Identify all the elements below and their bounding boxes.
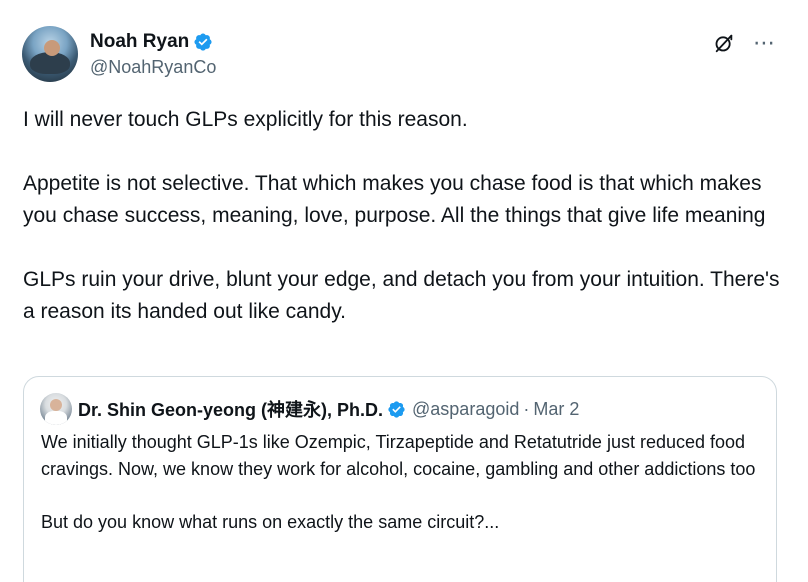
- quoted-tweet[interactable]: Dr. Shin Geon-yeong (神建永), Ph.D. @aspara…: [23, 376, 777, 582]
- author-name-row: Noah Ryan: [90, 30, 216, 54]
- quoted-tweet-date: Mar 2: [533, 398, 580, 419]
- quoted-tweet-header: Dr. Shin Geon-yeong (神建永), Ph.D. @aspara…: [40, 393, 579, 425]
- tweet-paragraph: I will never touch GLPs explicitly for t…: [23, 108, 468, 131]
- tweet-header: Noah Ryan @NoahRyanCo: [22, 26, 216, 82]
- top-actions: ⋯: [713, 32, 776, 54]
- quoted-paragraph: We initially thought GLP-1s like Ozempic…: [41, 432, 756, 479]
- grok-icon[interactable]: [713, 32, 735, 54]
- quoted-author-display-name: Dr. Shin Geon-yeong (神建永), Ph.D.: [78, 400, 384, 420]
- tweet-card: Noah Ryan @NoahRyanCo ⋯ I will never tou…: [0, 0, 808, 582]
- quoted-author-avatar: [40, 393, 72, 425]
- author-display-name[interactable]: Noah Ryan: [90, 30, 189, 54]
- tweet-text: I will never touch GLPs explicitly for t…: [23, 104, 793, 328]
- more-icon[interactable]: ⋯: [753, 32, 776, 54]
- quoted-paragraph: But do you know what runs on exactly the…: [41, 511, 500, 532]
- author-avatar[interactable]: [22, 26, 78, 82]
- quoted-author-handle: @asparagoid: [412, 398, 520, 419]
- tweet-paragraph: GLPs ruin your drive, blunt your edge, a…: [23, 268, 780, 323]
- tweet-paragraph: Appetite is not selective. That which ma…: [23, 172, 766, 227]
- separator-dot: ·: [523, 398, 530, 419]
- author-handle[interactable]: @NoahRyanCo: [90, 55, 216, 79]
- author-names: Noah Ryan @NoahRyanCo: [90, 30, 216, 79]
- quoted-tweet-text: We initially thought GLP-1s like Ozempic…: [41, 429, 766, 535]
- verified-badge-icon: [194, 33, 212, 51]
- verified-badge-icon: [388, 400, 405, 418]
